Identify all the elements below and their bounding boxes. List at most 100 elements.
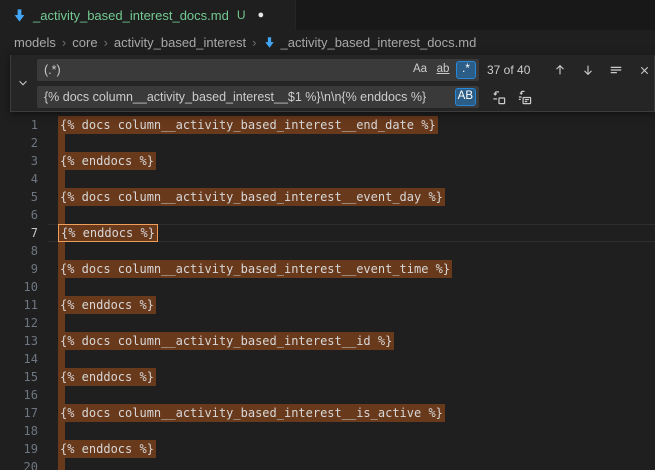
code-line[interactable]: 10: [0, 278, 655, 296]
close-find-button[interactable]: [635, 61, 653, 79]
find-match-current: {% enddocs %}: [58, 224, 158, 242]
find-match-empty: [58, 170, 65, 188]
line-number: 8: [0, 242, 38, 260]
replace-button[interactable]: [489, 88, 507, 106]
line-number: 6: [0, 206, 38, 224]
find-replace-widget: (.*) Aa ab .* 37 of 40 {% docs column__a…: [10, 55, 655, 112]
find-match-empty: [58, 206, 65, 224]
line-number: 20: [0, 458, 38, 470]
line-number: 4: [0, 170, 38, 188]
find-input-value: (.*): [44, 63, 407, 77]
replace-icon: [491, 90, 506, 105]
line-number: 15: [0, 368, 38, 386]
find-match-empty: [58, 278, 65, 296]
code-line[interactable]: 1 {% docs column__activity_based_interest…: [0, 116, 655, 134]
chevron-right-icon: ›: [103, 35, 109, 50]
markdown-file-icon: [263, 36, 276, 49]
code-line[interactable]: 2: [0, 134, 655, 152]
regex-button[interactable]: .*: [456, 61, 476, 79]
find-match: {% enddocs %}: [58, 152, 156, 170]
find-in-selection-button[interactable]: [607, 61, 625, 79]
line-number: 10: [0, 278, 38, 296]
preserve-case-button[interactable]: AB: [455, 88, 476, 106]
code-line[interactable]: 15 {% enddocs %}: [0, 368, 655, 386]
find-match: {% docs column__activity_based_interest_…: [58, 404, 445, 422]
find-match: {% docs column__activity_based_interest_…: [58, 332, 394, 350]
replace-input[interactable]: {% docs column__activity_based_interest_…: [37, 86, 479, 108]
match-case-button[interactable]: Aa: [410, 61, 430, 79]
chevron-right-icon: ›: [251, 35, 257, 50]
whole-word-button[interactable]: ab: [433, 61, 453, 79]
line-number: 11: [0, 296, 38, 314]
code-line[interactable]: 5 {% docs column__activity_based_interest…: [0, 188, 655, 206]
find-match-empty: [58, 458, 65, 470]
code-line[interactable]: 3 {% enddocs %}: [0, 152, 655, 170]
selection-lines-icon: [609, 63, 623, 77]
line-number: 2: [0, 134, 38, 152]
code-line[interactable]: 12: [0, 314, 655, 332]
code-line[interactable]: 8: [0, 242, 655, 260]
replace-all-icon: [517, 90, 532, 105]
find-match-empty: [58, 386, 65, 404]
markdown-file-icon: [12, 8, 27, 23]
code-line[interactable]: 17 {% docs column__activity_based_interes…: [0, 404, 655, 422]
breadcrumb-item-core[interactable]: core: [72, 35, 97, 50]
tab-filename: _activity_based_interest_docs.md: [33, 8, 229, 23]
code-line[interactable]: 20: [0, 458, 655, 470]
line-number: 16: [0, 386, 38, 404]
line-number: 9: [0, 260, 38, 278]
git-status-badge: U: [237, 8, 246, 22]
find-match: {% enddocs %}: [58, 440, 156, 458]
line-number: 3: [0, 152, 38, 170]
find-match-empty: [58, 134, 65, 152]
line-number: 19: [0, 440, 38, 458]
code-line[interactable]: 13 {% docs column__activity_based_interes…: [0, 332, 655, 350]
line-number: 17: [0, 404, 38, 422]
find-match-empty: [58, 350, 65, 368]
breadcrumb: models › core › activity_based_interest …: [0, 30, 655, 55]
code-editor[interactable]: 1 {% docs column__activity_based_interest…: [0, 55, 655, 470]
code-line[interactable]: 14: [0, 350, 655, 368]
find-match-empty: [58, 242, 65, 260]
find-match-empty: [58, 314, 65, 332]
line-number: 13: [0, 332, 38, 350]
match-count: 37 of 40: [487, 63, 539, 77]
code-line[interactable]: 9 {% docs column__activity_based_interest…: [0, 260, 655, 278]
code-line[interactable]: 19 {% enddocs %}: [0, 440, 655, 458]
close-icon: [638, 64, 651, 77]
breadcrumb-item-file[interactable]: _activity_based_interest_docs.md: [281, 35, 477, 50]
unsaved-dot-icon[interactable]: ●: [258, 9, 265, 21]
find-match: {% enddocs %}: [58, 296, 156, 314]
find-input[interactable]: (.*) Aa ab .*: [37, 59, 479, 81]
arrow-down-icon: [581, 63, 595, 77]
find-match: {% enddocs %}: [58, 368, 156, 386]
line-number: 7: [0, 224, 38, 242]
chevron-right-icon: ›: [61, 35, 67, 50]
line-number: 5: [0, 188, 38, 206]
find-match: {% docs column__activity_based_interest_…: [58, 188, 445, 206]
arrow-up-icon: [553, 63, 567, 77]
previous-match-button[interactable]: [551, 61, 569, 79]
replace-all-button[interactable]: [515, 88, 533, 106]
code-line[interactable]: 6: [0, 206, 655, 224]
line-number: 12: [0, 314, 38, 332]
next-match-button[interactable]: [579, 61, 597, 79]
find-match-empty: [58, 422, 65, 440]
find-match: {% docs column__activity_based_interest_…: [58, 260, 452, 278]
code-line[interactable]: 16: [0, 386, 655, 404]
chevron-down-icon: [17, 77, 29, 89]
toggle-replace-button[interactable]: [11, 55, 35, 111]
code-line[interactable]: 11 {% enddocs %}: [0, 296, 655, 314]
breadcrumb-item-folder[interactable]: activity_based_interest: [114, 35, 246, 50]
find-match: {% docs column__activity_based_interest_…: [58, 116, 438, 134]
line-number: 14: [0, 350, 38, 368]
tab-bar: _activity_based_interest_docs.md U ●: [0, 0, 655, 30]
code-line[interactable]: 4: [0, 170, 655, 188]
code-line[interactable]: 18: [0, 422, 655, 440]
breadcrumb-item-models[interactable]: models: [14, 35, 56, 50]
replace-input-value: {% docs column__activity_based_interest_…: [44, 90, 452, 104]
code-line-current[interactable]: 7 {% enddocs %}: [0, 224, 655, 242]
line-number: 18: [0, 422, 38, 440]
tab-active-file[interactable]: _activity_based_interest_docs.md U ●: [0, 0, 296, 30]
line-number: 1: [0, 116, 38, 134]
